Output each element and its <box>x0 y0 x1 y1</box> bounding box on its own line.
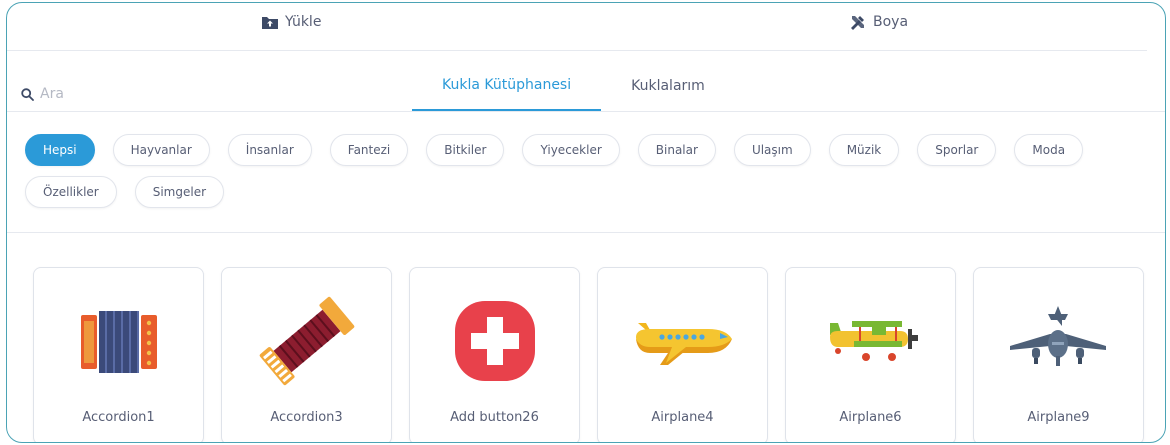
divider <box>7 111 1165 112</box>
sprite-name: Airplane6 <box>839 410 902 425</box>
airplane-icon <box>1009 306 1106 366</box>
category-filters: Hepsi Hayvanlar İnsanlar Fantezi Bitkile… <box>25 134 1135 208</box>
sprite-thumbnail <box>34 286 203 396</box>
tab-my-sprites[interactable]: Kuklalarım <box>601 61 735 111</box>
category-chip-music[interactable]: Müzik <box>828 134 900 166</box>
search-icon <box>21 87 34 101</box>
category-chip-people[interactable]: İnsanlar <box>227 134 312 166</box>
sprite-thumbnail <box>410 286 579 396</box>
paint-brush-icon <box>851 16 864 30</box>
category-chip-all[interactable]: Hepsi <box>25 134 95 166</box>
accordion-icon <box>80 311 157 373</box>
sprite-thumbnail <box>974 286 1143 396</box>
biplane-icon <box>829 321 918 361</box>
sprite-thumbnail <box>598 286 767 396</box>
tab-sprite-library[interactable]: Kukla Kütüphanesi <box>412 61 602 111</box>
sprite-thumbnail <box>786 286 955 396</box>
sprite-card-airplane4[interactable]: Airplane4 <box>597 267 768 442</box>
category-chip-animals[interactable]: Hayvanlar <box>112 134 210 166</box>
airplane-icon <box>635 323 732 365</box>
category-chip-food[interactable]: Yiyecekler <box>522 134 620 166</box>
sprite-name: Accordion3 <box>270 410 343 425</box>
search-input[interactable] <box>40 86 180 102</box>
sprite-card-airplane6[interactable]: Airplane6 <box>785 267 956 442</box>
sprite-thumbnail <box>222 286 391 396</box>
add-button-icon <box>454 301 535 381</box>
sprite-card-accordion3[interactable]: Accordion3 <box>221 267 392 442</box>
sprite-card-accordion1[interactable]: Accordion1 <box>33 267 204 442</box>
sprite-card-add-button26[interactable]: Add button26 <box>409 267 580 442</box>
category-chip-icons[interactable]: Simgeler <box>134 176 225 208</box>
category-chip-fantasy[interactable]: Fantezi <box>329 134 409 166</box>
category-chip-plants[interactable]: Bitkiler <box>426 134 505 166</box>
divider <box>7 232 1165 233</box>
sprite-name: Airplane4 <box>651 410 714 425</box>
upload-folder-icon <box>262 17 278 29</box>
paint-button[interactable]: Boya <box>849 11 908 33</box>
category-chip-buildings[interactable]: Binalar <box>637 134 716 166</box>
search-box <box>21 83 201 105</box>
accordion-icon <box>259 296 354 386</box>
upload-label: Yükle <box>285 14 322 30</box>
category-chip-sports[interactable]: Sporlar <box>917 134 997 166</box>
sprite-grid: Accordion1 Accordion3 Add button26 Airpl… <box>33 267 1144 442</box>
top-actions-bar: Yükle Boya <box>7 3 1147 51</box>
library-tabs: Kukla Kütüphanesi Kuklalarım <box>412 61 735 111</box>
sprite-card-airplane9[interactable]: Airplane9 <box>973 267 1144 442</box>
paint-label: Boya <box>873 14 909 30</box>
category-chip-fashion[interactable]: Moda <box>1014 134 1084 166</box>
category-chip-transport[interactable]: Ulaşım <box>733 134 811 166</box>
sprite-name: Airplane9 <box>1027 410 1090 425</box>
sprite-name: Accordion1 <box>82 410 155 425</box>
sprite-library-panel: Yükle Boya Kukla Kütüphanesi Kuklalarım … <box>6 2 1166 443</box>
upload-button[interactable]: Yükle <box>261 11 321 33</box>
category-chip-features[interactable]: Özellikler <box>25 176 117 208</box>
sprite-name: Add button26 <box>450 410 539 425</box>
